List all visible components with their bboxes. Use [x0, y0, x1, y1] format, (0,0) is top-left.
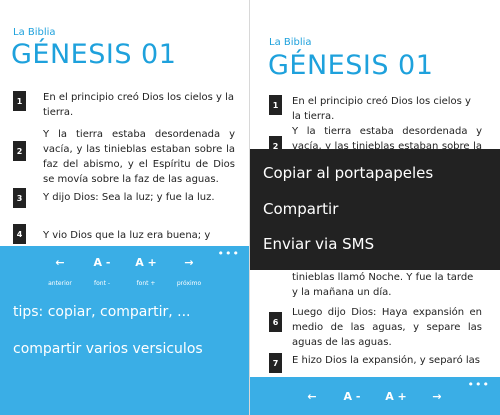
send-sms-item[interactable]: Enviar via SMS [263, 235, 374, 253]
previous-button[interactable]: ← anterior [38, 256, 82, 287]
verse-number: 7 [269, 353, 282, 373]
verse-text: En el principio creó Dios los cielos y l… [292, 96, 471, 122]
verse-text: Y dijo Dios: Sea la luz; y fue la luz. [43, 192, 215, 203]
font-decrease-icon: A - [93, 256, 111, 269]
font-decrease-label: font - [93, 280, 110, 287]
left-screen: La Biblia GÉNESIS 01 1 En el principio c… [0, 0, 250, 415]
font-increase-button[interactable]: A + font + [124, 256, 168, 287]
more-icon[interactable]: ••• [468, 378, 490, 391]
share-item[interactable]: Compartir [263, 200, 338, 218]
app-title: La Biblia [13, 27, 56, 38]
arrow-left-icon: ← [55, 256, 65, 269]
app-bar-collapsed: ••• ← A - A + → [250, 377, 500, 415]
more-icon[interactable]: ••• [218, 247, 240, 260]
verse-text: tinieblas llamó Noche. Y fue la tarde y … [292, 272, 474, 298]
verse-text: Y la tierra estaba desordenada y vacía, … [43, 129, 235, 185]
arrow-left-icon: ← [307, 390, 317, 403]
next-button[interactable]: → próximo [167, 256, 211, 287]
app-title: La Biblia [269, 37, 312, 48]
previous-button[interactable]: ← [290, 390, 334, 404]
app-bar-expanded: ••• ← anterior A - font - A + font + → p… [0, 246, 250, 415]
verse-number: 6 [269, 312, 282, 332]
font-increase-button[interactable]: A + [374, 390, 418, 404]
font-decrease-button[interactable]: A - [330, 390, 374, 404]
font-decrease-icon: A - [343, 390, 361, 403]
chapter-title: GÉNESIS 01 [268, 50, 434, 81]
context-menu: Copiar al portapapeles Compartir Enviar … [250, 149, 500, 270]
copy-to-clipboard-item[interactable]: Copiar al portapapeles [263, 164, 433, 182]
next-label: próximo [176, 280, 202, 287]
font-decrease-button[interactable]: A - font - [80, 256, 124, 287]
arrow-right-icon: → [184, 256, 194, 269]
menu-item-share-verses[interactable]: compartir varios versiculos [13, 341, 203, 357]
chapter-title: GÉNESIS 01 [11, 39, 177, 70]
verse-text: Luego dijo Dios: Haya expansión en medio… [292, 307, 482, 348]
verse-text: Y vio Dios que la luz era buena; y [43, 230, 211, 241]
verse-text: En el principio creó Dios los cielos y l… [43, 92, 235, 118]
verse-number: 1 [13, 91, 26, 111]
verse-number: 3 [13, 188, 26, 208]
font-increase-icon: A + [135, 256, 157, 269]
previous-label: anterior [48, 280, 72, 287]
menu-item-tips[interactable]: tips: copiar, compartir, ... [13, 304, 191, 320]
verse-number: 4 [13, 224, 26, 244]
verse-number: 1 [269, 95, 282, 115]
font-increase-label: font + [136, 280, 156, 287]
font-increase-icon: A + [385, 390, 407, 403]
next-button[interactable]: → [415, 390, 459, 404]
verse-text: E hizo Dios la expansión, y separó las [292, 355, 480, 366]
verse-number: 2 [13, 141, 26, 161]
arrow-right-icon: → [432, 390, 442, 403]
